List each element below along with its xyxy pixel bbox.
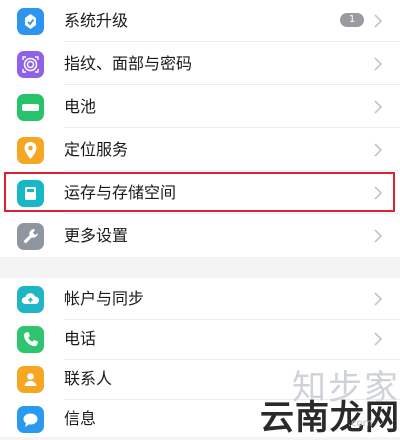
divider — [64, 84, 400, 85]
settings-item-phone[interactable]: 电话 — [0, 318, 400, 360]
settings-item-label: 定位服务 — [64, 140, 129, 159]
phone-icon — [17, 326, 44, 353]
settings-item-messages[interactable]: 信息 — [0, 398, 400, 440]
battery-icon — [17, 94, 44, 121]
settings-item-accounts-sync[interactable]: 帐户与同步 — [0, 278, 400, 320]
settings-item-battery[interactable]: 电池 — [0, 86, 400, 128]
divider — [64, 170, 400, 171]
divider — [64, 213, 400, 214]
settings-item-label: 更多设置 — [64, 226, 129, 245]
settings-item-label: 联系人 — [64, 369, 113, 388]
settings-item-fingerprint-face-password[interactable]: 指纹、面部与密码 — [0, 43, 400, 85]
divider — [64, 127, 400, 128]
chevron-right-icon — [372, 371, 384, 387]
system-upgrade-icon — [17, 8, 44, 35]
cloud-sync-icon — [17, 286, 44, 313]
settings-item-label: 指纹、面部与密码 — [64, 54, 193, 73]
settings-item-location[interactable]: 定位服务 — [0, 129, 400, 171]
settings-item-system-upgrade[interactable]: 系统升级 1 — [0, 0, 400, 42]
chevron-right-icon — [372, 13, 384, 29]
settings-item-label: 电话 — [64, 329, 97, 348]
chevron-right-icon — [372, 99, 384, 115]
settings-group-system: 系统升级 1 指纹、面部与密码 电池 定位服务 运存与存储空间 更多设置 — [0, 0, 400, 257]
settings-group-accounts: 帐户与同步 电话 联系人 信息 — [0, 278, 400, 437]
settings-item-more-settings[interactable]: 更多设置 — [0, 215, 400, 257]
settings-item-contacts[interactable]: 联系人 — [0, 358, 400, 400]
contacts-icon — [17, 366, 44, 393]
settings-item-label: 帐户与同步 — [64, 289, 145, 308]
chevron-right-icon — [372, 228, 384, 244]
highlight-box — [4, 172, 395, 212]
wrench-icon — [17, 223, 44, 250]
chevron-right-icon — [372, 291, 384, 307]
chevron-right-icon — [372, 411, 384, 427]
chevron-right-icon — [372, 56, 384, 72]
divider — [64, 41, 400, 42]
fingerprint-icon — [17, 51, 44, 78]
settings-item-label: 信息 — [64, 409, 97, 428]
settings-item-label: 系统升级 — [64, 11, 129, 30]
chevron-right-icon — [372, 331, 384, 347]
location-icon — [17, 137, 44, 164]
message-icon — [17, 406, 44, 433]
chevron-right-icon — [372, 142, 384, 158]
settings-item-label: 电池 — [64, 97, 97, 116]
update-count-badge: 1 — [340, 13, 364, 27]
